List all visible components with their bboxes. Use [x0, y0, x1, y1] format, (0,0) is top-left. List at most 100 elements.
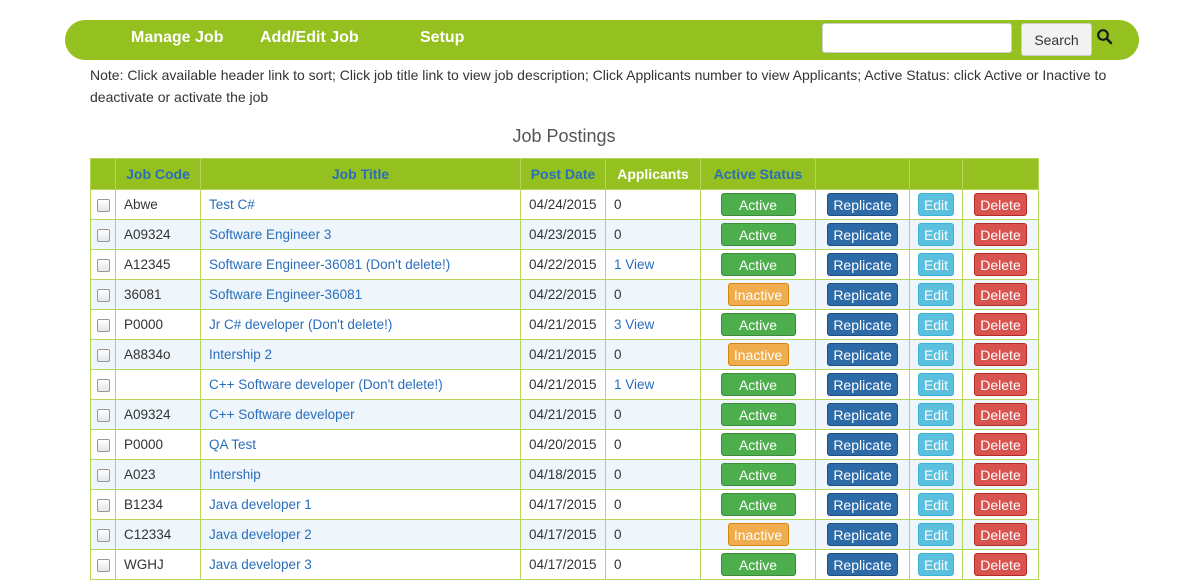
row-checkbox[interactable] [96, 558, 110, 572]
job-title-link[interactable]: Java developer 3 [209, 557, 312, 572]
delete-button[interactable]: Delete [974, 523, 1027, 546]
job-title-link[interactable]: Software Engineer-36081 (Don't delete!) [209, 257, 450, 272]
job-title-link[interactable]: Software Engineer 3 [209, 227, 331, 242]
edit-cell: Edit [909, 369, 963, 400]
status-toggle-button[interactable]: Active [720, 313, 796, 336]
job-title-link[interactable]: Software Engineer-36081 [209, 287, 362, 302]
replicate-button[interactable]: Replicate [827, 253, 898, 276]
status-toggle-button[interactable]: Active [720, 433, 796, 456]
row-checkbox[interactable] [96, 438, 110, 452]
header-active-status[interactable]: Active Status [700, 158, 816, 190]
edit-button[interactable]: Edit [918, 553, 954, 576]
job-title-link[interactable]: Intership 2 [209, 347, 272, 362]
applicants-link[interactable]: 1 View [614, 257, 654, 272]
job-title-link[interactable]: Test C# [209, 197, 255, 212]
applicants-link[interactable]: 3 View [614, 317, 654, 332]
replicate-button[interactable]: Replicate [827, 223, 898, 246]
replicate-button[interactable]: Replicate [827, 463, 898, 486]
row-checkbox[interactable] [96, 468, 110, 482]
status-toggle-button[interactable]: Active [720, 373, 796, 396]
replicate-button[interactable]: Replicate [827, 283, 898, 306]
header-job-title[interactable]: Job Title [200, 158, 521, 190]
job-code: P0000 [115, 309, 201, 340]
status-cell: Active [700, 189, 816, 220]
replicate-button[interactable]: Replicate [827, 523, 898, 546]
delete-button[interactable]: Delete [974, 313, 1027, 336]
edit-button[interactable]: Edit [918, 433, 954, 456]
status-toggle-button[interactable]: Inactive [727, 523, 789, 546]
delete-button[interactable]: Delete [974, 553, 1027, 576]
search-icon[interactable] [1096, 28, 1114, 46]
row-checkbox[interactable] [96, 228, 110, 242]
replicate-button[interactable]: Replicate [827, 343, 898, 366]
row-checkbox[interactable] [96, 408, 110, 422]
job-title-link[interactable]: Jr C# developer (Don't delete!) [209, 317, 392, 332]
applicants-link[interactable]: 1 View [614, 377, 654, 392]
row-checkbox[interactable] [96, 348, 110, 362]
replicate-button[interactable]: Replicate [827, 493, 898, 516]
replicate-button[interactable]: Replicate [827, 403, 898, 426]
replicate-button[interactable]: Replicate [827, 433, 898, 456]
status-toggle-button[interactable]: Inactive [727, 283, 789, 306]
delete-button[interactable]: Delete [974, 493, 1027, 516]
edit-button[interactable]: Edit [918, 523, 954, 546]
edit-button[interactable]: Edit [918, 373, 954, 396]
delete-button[interactable]: Delete [974, 463, 1027, 486]
job-title-link[interactable]: QA Test [209, 437, 256, 452]
job-title-link[interactable]: Java developer 1 [209, 497, 312, 512]
edit-button[interactable]: Edit [918, 193, 954, 216]
row-checkbox[interactable] [96, 498, 110, 512]
row-checkbox[interactable] [96, 198, 110, 212]
replicate-button[interactable]: Replicate [827, 373, 898, 396]
header-job-code[interactable]: Job Code [115, 158, 201, 190]
search-button[interactable]: Search [1021, 23, 1092, 56]
post-date: 04/17/2015 [520, 549, 606, 580]
edit-button[interactable]: Edit [918, 463, 954, 486]
delete-button[interactable]: Delete [974, 193, 1027, 216]
delete-button[interactable]: Delete [974, 403, 1027, 426]
nav-add-edit-job[interactable]: Add/Edit Job [260, 29, 359, 47]
status-toggle-button[interactable]: Active [720, 403, 796, 426]
edit-button[interactable]: Edit [918, 403, 954, 426]
replicate-button[interactable]: Replicate [827, 553, 898, 576]
search-input[interactable] [822, 23, 1012, 53]
nav-setup[interactable]: Setup [420, 29, 464, 47]
job-title-link[interactable]: C++ Software developer (Don't delete!) [209, 377, 443, 392]
edit-button[interactable]: Edit [918, 223, 954, 246]
row-checkbox[interactable] [96, 318, 110, 332]
status-toggle-button[interactable]: Inactive [727, 343, 789, 366]
row-checkbox[interactable] [96, 528, 110, 542]
status-toggle-button[interactable]: Active [720, 493, 796, 516]
delete-button[interactable]: Delete [974, 283, 1027, 306]
delete-button[interactable]: Delete [974, 223, 1027, 246]
replicate-button[interactable]: Replicate [827, 193, 898, 216]
edit-button[interactable]: Edit [918, 493, 954, 516]
row-select-cell [90, 369, 116, 400]
delete-button[interactable]: Delete [974, 253, 1027, 276]
replicate-button[interactable]: Replicate [827, 313, 898, 336]
status-toggle-button[interactable]: Active [720, 253, 796, 276]
edit-button[interactable]: Edit [918, 343, 954, 366]
delete-button[interactable]: Delete [974, 433, 1027, 456]
header-post-date[interactable]: Post Date [520, 158, 606, 190]
replicate-cell: Replicate [815, 399, 910, 430]
status-toggle-button[interactable]: Active [720, 223, 796, 246]
row-checkbox[interactable] [96, 258, 110, 272]
status-toggle-button[interactable]: Active [720, 463, 796, 486]
job-title-link[interactable]: Intership [209, 467, 261, 482]
edit-button[interactable]: Edit [918, 283, 954, 306]
job-title-cell: Intership 2 [200, 339, 521, 370]
edit-button[interactable]: Edit [918, 313, 954, 336]
status-toggle-button[interactable]: Active [720, 553, 796, 576]
nav-manage-job[interactable]: Manage Job [131, 29, 223, 47]
delete-button[interactable]: Delete [974, 343, 1027, 366]
row-checkbox[interactable] [96, 288, 110, 302]
delete-cell: Delete [962, 489, 1039, 520]
replicate-cell: Replicate [815, 279, 910, 310]
delete-button[interactable]: Delete [974, 373, 1027, 396]
row-checkbox[interactable] [96, 378, 110, 392]
job-title-link[interactable]: C++ Software developer [209, 407, 355, 422]
edit-button[interactable]: Edit [918, 253, 954, 276]
job-title-link[interactable]: Java developer 2 [209, 527, 312, 542]
status-toggle-button[interactable]: Active [720, 193, 796, 216]
